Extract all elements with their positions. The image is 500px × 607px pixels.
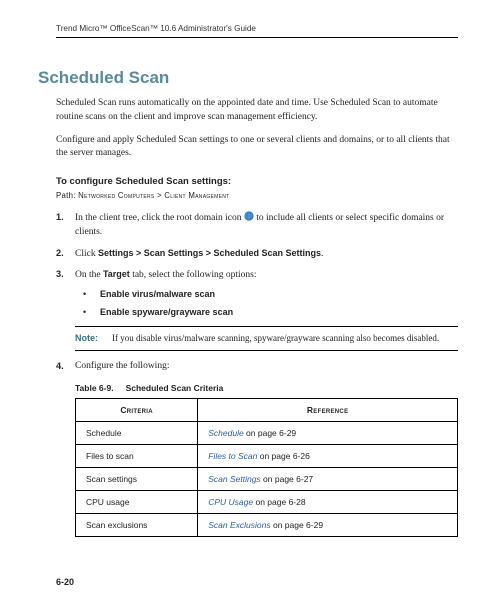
criteria-cell: Schedule [76, 421, 198, 444]
table-row: Scan exclusionsScan Exclusions on page 6… [76, 513, 458, 536]
table-title: Scheduled Scan Criteria [126, 383, 224, 393]
option-spyware-scan: Enable spyware/grayware scan [83, 306, 458, 319]
criteria-cell: CPU usage [76, 490, 198, 513]
running-header: Trend Micro™ OfficeScan™ 10.6 Administra… [56, 24, 458, 33]
reference-link: Files to Scan [208, 451, 257, 461]
step-2-text-a: Click [75, 249, 98, 259]
reference-page: on page 6-27 [261, 474, 313, 484]
step-3-text-b: tab, select the following options: [130, 270, 257, 280]
page-number: 6-20 [56, 577, 74, 587]
note-text: If you disable virus/malware scanning, s… [112, 332, 458, 345]
table-caption: Table 6-9. Scheduled Scan Criteria [75, 383, 458, 393]
step-3-options: Enable virus/malware scan Enable spyware… [83, 288, 458, 319]
table-number: Table 6-9. [75, 383, 114, 393]
reference-link: Schedule [208, 428, 243, 438]
path-value: Networked Computers > Client Management [78, 191, 229, 200]
intro-paragraph-2: Configure and apply Scheduled Scan setti… [56, 134, 458, 162]
criteria-cell: Scan settings [76, 467, 198, 490]
criteria-cell: Files to scan [76, 444, 198, 467]
criteria-table: Criteria Reference ScheduleSchedule on p… [75, 398, 458, 537]
step-3: On the Target tab, select the following … [56, 268, 458, 319]
reference-link: CPU Usage [208, 497, 253, 507]
reference-page: on page 6-28 [253, 497, 305, 507]
table-row: Scan settingsScan Settings on page 6-27 [76, 467, 458, 490]
reference-page: on page 6-29 [271, 520, 323, 530]
th-reference: Reference [198, 398, 458, 421]
note-callout: Note: If you disable virus/malware scann… [75, 326, 458, 351]
intro-paragraph-1: Scheduled Scan runs automatically on the… [56, 97, 458, 125]
reference-cell: Scan Exclusions on page 6-29 [198, 513, 458, 536]
procedure-steps: In the client tree, click the root domai… [56, 211, 458, 319]
reference-cell: CPU Usage on page 6-28 [198, 490, 458, 513]
step-2: Click Settings > Scan Settings > Schedul… [56, 247, 458, 262]
option-virus-scan: Enable virus/malware scan [83, 288, 458, 301]
path-label: Path: [56, 191, 78, 200]
header-rule [56, 37, 458, 38]
step-4: Configure the following: [56, 360, 458, 374]
reference-link: Scan Settings [208, 474, 260, 484]
criteria-cell: Scan exclusions [76, 513, 198, 536]
step-1: In the client tree, click the root domai… [56, 211, 458, 240]
reference-cell: Files to Scan on page 6-26 [198, 444, 458, 467]
navigation-path: Path: Networked Computers > Client Manag… [56, 191, 458, 200]
table-header-row: Criteria Reference [76, 398, 458, 421]
reference-cell: Schedule on page 6-29 [198, 421, 458, 444]
step-3-text-a: On the [75, 270, 103, 280]
reference-cell: Scan Settings on page 6-27 [198, 467, 458, 490]
section-title: Scheduled Scan [38, 68, 458, 88]
procedure-steps-cont: Configure the following: [56, 360, 458, 374]
step-3-tab-name: Target [103, 269, 130, 279]
step-1-text-a: In the client tree, click the root domai… [75, 213, 244, 223]
reference-link: Scan Exclusions [208, 520, 270, 530]
reference-page: on page 6-29 [244, 428, 296, 438]
th-criteria: Criteria [76, 398, 198, 421]
table-row: CPU usageCPU Usage on page 6-28 [76, 490, 458, 513]
root-domain-icon [244, 211, 254, 221]
table-row: ScheduleSchedule on page 6-29 [76, 421, 458, 444]
step-2-menu-path: Settings > Scan Settings > Scheduled Sca… [98, 248, 321, 258]
reference-page: on page 6-26 [257, 451, 309, 461]
step-2-text-b: . [321, 249, 323, 259]
procedure-heading: To configure Scheduled Scan settings: [56, 176, 458, 187]
note-label: Note: [75, 332, 98, 345]
table-row: Files to scanFiles to Scan on page 6-26 [76, 444, 458, 467]
